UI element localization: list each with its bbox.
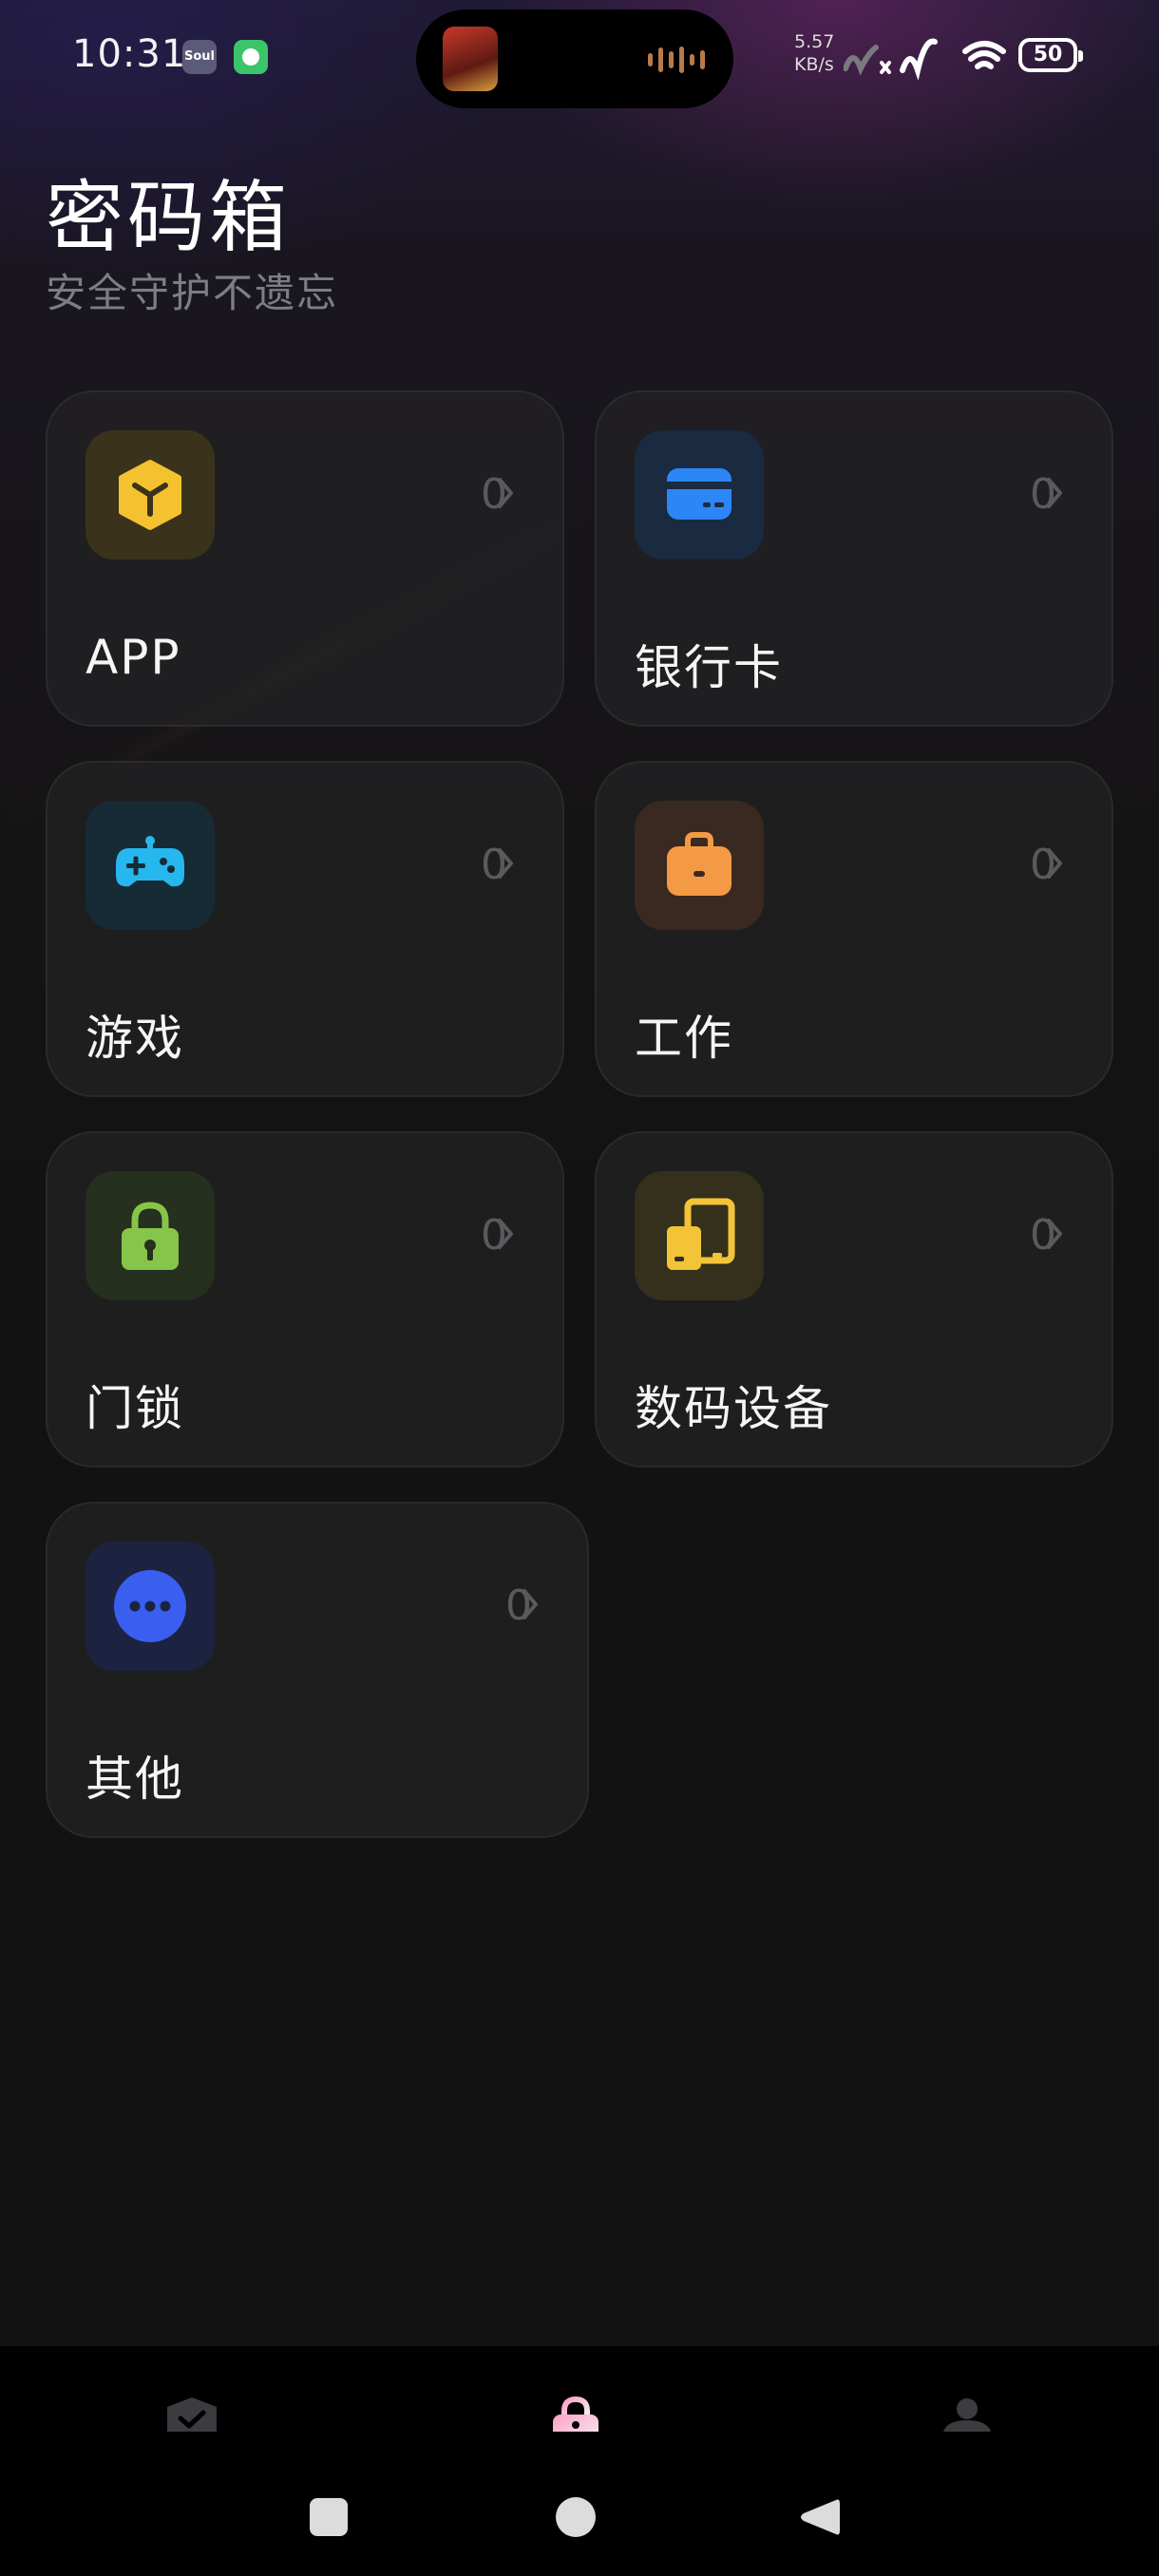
clock: 10:31 (72, 32, 187, 76)
category-label: 游戏 (86, 1011, 184, 1066)
category-label: 数码设备 (635, 1381, 832, 1436)
category-card-digital-device[interactable]: 0 数码设备 (595, 1131, 1113, 1468)
circle-icon[interactable] (556, 2497, 596, 2537)
audio-wave-icon (648, 46, 705, 74)
chevron-right-icon (1047, 478, 1062, 508)
media-thumbnail (443, 27, 498, 91)
category-card-app[interactable]: 0 APP (46, 390, 564, 727)
category-label: APP (86, 630, 181, 685)
chevron-right-icon (498, 1219, 513, 1249)
square-icon[interactable] (310, 2498, 348, 2536)
back-triangle-icon[interactable] (801, 2499, 840, 2535)
category-label: 其他 (86, 1752, 184, 1807)
category-card-bank-card[interactable]: 0 银行卡 (595, 390, 1113, 727)
shield-check-icon[interactable] (162, 2394, 222, 2432)
dynamic-island[interactable] (416, 9, 733, 108)
category-card-work[interactable]: 0 工作 (595, 761, 1113, 1097)
category-label: 银行卡 (635, 640, 783, 695)
category-label: 工作 (635, 1011, 733, 1066)
gamepad-icon (86, 801, 215, 930)
bottom-navigation (0, 2346, 1159, 2576)
padlock-icon (86, 1171, 215, 1300)
chevron-right-icon (1047, 848, 1062, 879)
device-icon (635, 1171, 764, 1300)
chat-app-icon (234, 40, 268, 74)
network-speed: 5.57 KB/s (794, 31, 835, 75)
person-icon[interactable] (937, 2394, 998, 2432)
status-bar: 10:31 Soul 5.57 KB/s 50 (0, 0, 1159, 114)
cube-icon (86, 430, 215, 559)
soul-app-icon: Soul (182, 40, 217, 74)
credit-card-icon (635, 430, 764, 559)
battery-icon: 50 (1018, 38, 1083, 72)
system-navigation-bar (310, 2497, 840, 2537)
more-dots-icon (86, 1542, 215, 1671)
lock-icon[interactable] (545, 2394, 606, 2432)
page-subtitle: 安全守护不遗忘 (46, 270, 339, 316)
chevron-right-icon (498, 478, 513, 508)
category-label: 门锁 (86, 1381, 184, 1436)
chevron-right-icon (498, 848, 513, 879)
chevron-right-icon (1047, 1219, 1062, 1249)
category-card-door-lock[interactable]: 0 门锁 (46, 1131, 564, 1468)
page-title: 密码箱 (46, 173, 292, 263)
category-card-other[interactable]: 0 其他 (46, 1502, 589, 1838)
category-card-game[interactable]: 0 游戏 (46, 761, 564, 1097)
briefcase-icon (635, 801, 764, 930)
chevron-right-icon (522, 1589, 538, 1619)
